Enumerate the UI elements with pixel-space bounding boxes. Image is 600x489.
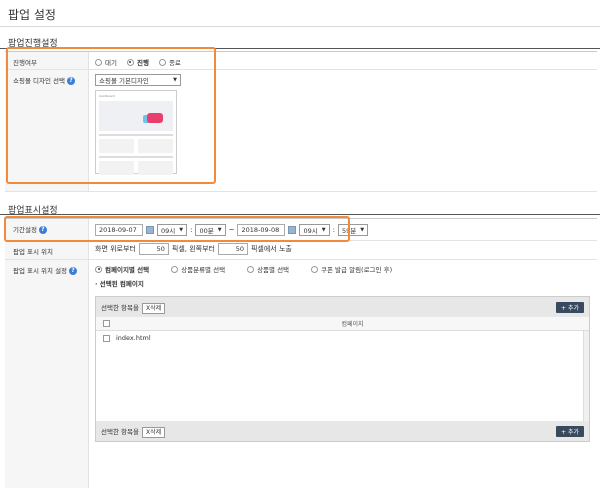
position-label: 팝업 표시 위치 xyxy=(5,241,89,259)
radio-checked-icon xyxy=(95,265,102,273)
target-label: 팝업 표시 위치 설정? xyxy=(5,260,89,488)
add-button-top[interactable]: + 추가 xyxy=(556,301,584,313)
position-row: 팝업 표시 위치 화면 위로부터 50 픽셀, 왼쪽부터 50 픽셀에서 노출 xyxy=(5,241,597,260)
title-divider xyxy=(0,26,600,27)
radio-icon xyxy=(311,265,319,273)
add-button-bottom[interactable]: + 추가 xyxy=(556,425,584,437)
select-all-checkbox[interactable] xyxy=(102,320,110,327)
radio-product-select[interactable]: 상품별 선택 xyxy=(247,264,289,274)
table-row: index.html xyxy=(96,331,589,345)
row-checkbox[interactable] xyxy=(102,334,110,342)
scrollbar[interactable] xyxy=(583,331,589,421)
highlight-box-progress xyxy=(6,47,216,184)
highlight-box-period xyxy=(4,216,350,242)
display-settings-table: 기간설정? 2018-09-07 09시 ▼ : 00분 ▼ ~ 2018-09-0… xyxy=(5,218,597,488)
section-divider xyxy=(0,214,600,215)
radio-icon xyxy=(171,265,179,273)
table-header: 컴페이지 xyxy=(96,317,589,331)
radio-icon xyxy=(247,265,255,273)
panel-bottom-bar: 선택한 항목을 X삭제 + 추가 xyxy=(96,421,589,441)
left-offset-input[interactable]: 50 xyxy=(217,243,248,255)
radio-coupon-alert[interactable]: 쿠폰 발급 알림(로그인 후) xyxy=(311,264,392,274)
selected-pages-title: · 선택된 컴페이지 xyxy=(95,280,144,288)
radio-page-select[interactable]: 컴페이지별 선택 xyxy=(95,264,149,274)
target-row: 팝업 표시 위치 설정? 컴페이지별 선택 상품분류별 선택 상품별 선택 쿠폰… xyxy=(5,260,597,488)
page-title: 팝업 설정 xyxy=(8,8,56,22)
page-name-cell: index.html xyxy=(116,334,151,342)
delete-button-top[interactable]: X삭제 xyxy=(141,303,166,314)
table-body: index.html xyxy=(96,331,589,421)
radio-category-select[interactable]: 상품분류별 선택 xyxy=(171,264,225,274)
panel-top-bar: 선택한 항목을 X삭제 + 추가 xyxy=(96,297,589,317)
target-radio-group: 컴페이지별 선택 상품분류별 선택 상품별 선택 쿠폰 발급 알림(로그인 후) xyxy=(95,264,392,274)
delete-button-bottom[interactable]: X삭제 xyxy=(141,427,166,438)
chevron-down-icon: ▼ xyxy=(360,226,365,233)
top-offset-input[interactable]: 50 xyxy=(138,243,169,255)
selected-pages-panel: 선택한 항목을 X삭제 + 추가 컴페이지 index.html 선택한 항목을 X… xyxy=(95,296,590,442)
help-icon[interactable]: ? xyxy=(69,267,78,275)
